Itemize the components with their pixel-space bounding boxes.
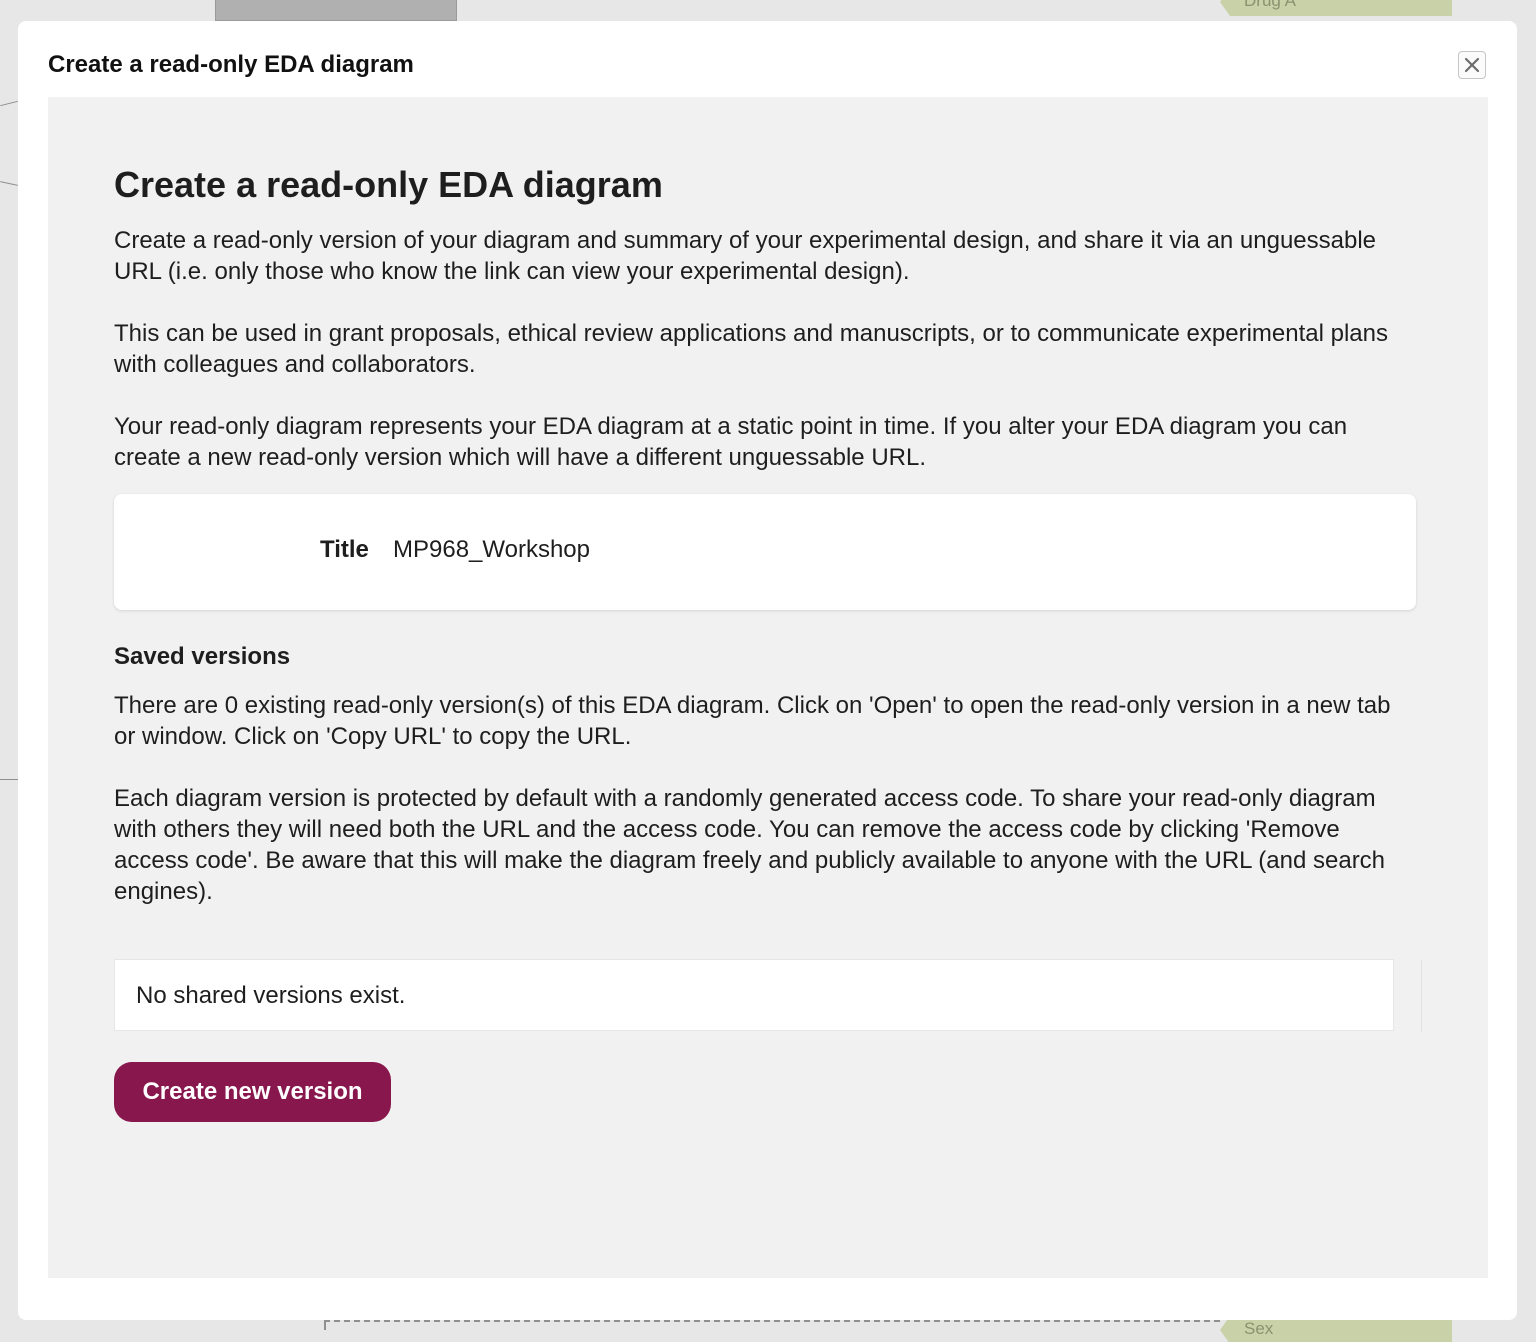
access-code-info: Each diagram version is protected by def… xyxy=(114,785,1386,905)
intro-paragraph: Create a read-only version of your diagr… xyxy=(114,227,1377,285)
modal-body: Create a read-only EDA diagram Create a … xyxy=(48,97,1488,1278)
background-node-drug-a: Drug A xyxy=(1220,0,1452,16)
close-button[interactable] xyxy=(1458,51,1486,79)
background-node-label: Drug A xyxy=(1244,0,1296,10)
usage-paragraph: This can be used in grant proposals, eth… xyxy=(114,320,1388,378)
background-node-label: Sex xyxy=(1244,1319,1274,1338)
title-card: Title MP968_Workshop xyxy=(114,494,1416,610)
list-divider xyxy=(1421,960,1422,1032)
page-heading: Create a read-only EDA diagram xyxy=(114,164,663,205)
create-new-version-button[interactable]: Create new version xyxy=(114,1062,391,1122)
title-label: Title xyxy=(320,536,369,563)
background-dashed-connector xyxy=(324,1320,1220,1322)
modal-content: Create a read-only EDA diagram Create a … xyxy=(114,97,1422,1122)
create-readonly-modal: Create a read-only EDA diagram Create a … xyxy=(18,21,1517,1320)
background-edge xyxy=(0,181,18,186)
background-tab xyxy=(215,0,457,21)
title-value: MP968_Workshop xyxy=(393,536,590,563)
static-version-paragraph: Your read-only diagram represents your E… xyxy=(114,413,1348,471)
modal-title: Create a read-only EDA diagram xyxy=(48,51,414,78)
saved-versions-info: There are 0 existing read-only version(s… xyxy=(114,692,1391,750)
background-edge xyxy=(0,100,18,107)
saved-versions-heading: Saved versions xyxy=(114,643,291,670)
background-right-panel xyxy=(1514,0,1536,1342)
shared-versions-list: No shared versions exist. xyxy=(114,959,1422,1032)
background-edge xyxy=(0,779,18,780)
empty-versions-message: No shared versions exist. xyxy=(136,982,406,1009)
close-icon xyxy=(1464,57,1480,73)
